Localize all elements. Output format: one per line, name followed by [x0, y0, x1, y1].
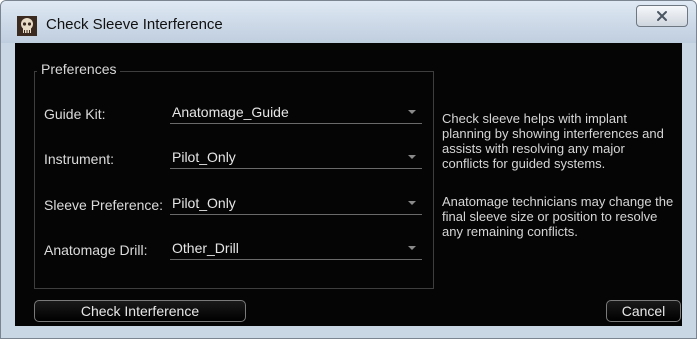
guide-kit-dropdown[interactable]: Anatomage_Guide	[170, 101, 422, 124]
close-button[interactable]	[636, 5, 688, 27]
description-line: any remaining conflicts.	[442, 224, 578, 239]
close-icon	[657, 11, 667, 21]
sleeve-preference-dropdown[interactable]: Pilot_Only	[170, 192, 422, 215]
chevron-down-icon	[408, 155, 416, 159]
description-paragraph-2: Anatomage technicians may change the fin…	[442, 194, 682, 239]
window-title: Check Sleeve Interference	[46, 16, 223, 33]
description-paragraph-1: Check sleeve helps with implant planning…	[442, 111, 682, 171]
title-bar[interactable]: Check Sleeve Interference	[1, 1, 696, 43]
skull-icon	[17, 16, 37, 36]
instrument-label: Instrument:	[44, 151, 115, 167]
anatomage-drill-label: Anatomage Drill:	[44, 242, 148, 258]
description-line: final sleeve size or position to resolve	[442, 209, 658, 224]
description-line: assists with resolving any major	[442, 141, 625, 156]
description-line: Check sleeve helps with implant	[442, 111, 627, 126]
anatomage-drill-value: Other_Drill	[172, 240, 239, 256]
chevron-down-icon	[408, 246, 416, 250]
chevron-down-icon	[408, 110, 416, 114]
dialog-body: Preferences Guide Kit: Anatomage_Guide I…	[15, 43, 682, 326]
window-bottom-border	[1, 326, 696, 338]
anatomage-drill-dropdown[interactable]: Other_Drill	[170, 237, 422, 260]
preferences-group-label: Preferences	[37, 61, 121, 77]
dialog-window: Check Sleeve Interference Preferences Gu…	[0, 0, 697, 339]
description-line: conflicts for guided systems.	[442, 156, 606, 171]
description-line: planning by showing interferences and	[442, 126, 664, 141]
instrument-value: Pilot_Only	[172, 149, 236, 165]
instrument-dropdown[interactable]: Pilot_Only	[170, 146, 422, 169]
check-interference-button[interactable]: Check Interference	[34, 300, 246, 322]
sleeve-preference-value: Pilot_Only	[172, 195, 236, 211]
chevron-down-icon	[408, 201, 416, 205]
cancel-button[interactable]: Cancel	[606, 300, 681, 322]
guide-kit-value: Anatomage_Guide	[172, 104, 289, 120]
guide-kit-label: Guide Kit:	[44, 106, 106, 122]
sleeve-preference-label: Sleeve Preference:	[44, 197, 164, 213]
description-line: Anatomage technicians may change the	[442, 194, 674, 209]
